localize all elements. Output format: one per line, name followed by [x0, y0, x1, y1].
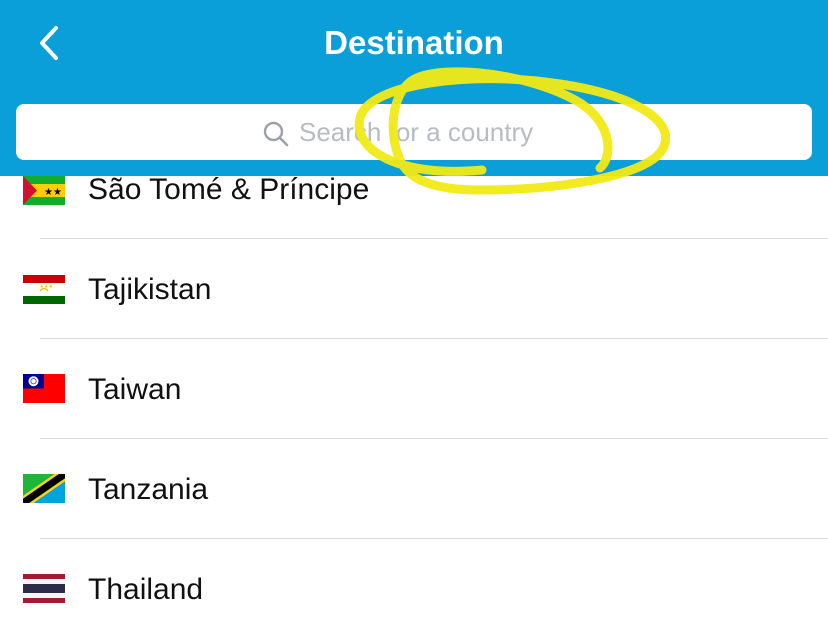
- thailand-flag-icon: [23, 574, 65, 603]
- country-row-tajikistan[interactable]: ★★★ Tajikistan: [0, 240, 828, 340]
- navigation-header: Destination: [0, 0, 828, 176]
- divider: [40, 238, 828, 239]
- country-row-thailand[interactable]: Thailand: [0, 540, 828, 640]
- country-name: Thailand: [88, 573, 204, 606]
- tanzania-flag-icon: [23, 474, 65, 503]
- sao-tome-and-principe-flag-icon: ★ ★: [23, 176, 65, 205]
- tajikistan-flag-icon: ★★★: [23, 275, 65, 304]
- country-name: Tajikistan: [88, 273, 212, 306]
- svg-text:★★★: ★★★: [40, 284, 54, 290]
- country-name: São Tomé & Príncipe: [88, 173, 370, 206]
- search-bar[interactable]: [16, 104, 812, 160]
- divider: [40, 438, 828, 439]
- country-row-tanzania[interactable]: Tanzania: [0, 440, 828, 540]
- country-name: Taiwan: [88, 373, 182, 406]
- search-input[interactable]: [299, 112, 779, 152]
- svg-text:★: ★: [44, 187, 53, 198]
- divider: [40, 338, 828, 339]
- country-row-taiwan[interactable]: Taiwan: [0, 340, 828, 440]
- search-icon: [263, 121, 289, 147]
- taiwan-flag-icon: [23, 374, 65, 403]
- country-name: Tanzania: [88, 473, 209, 506]
- divider: [40, 538, 828, 539]
- svg-text:★: ★: [53, 187, 62, 198]
- page-title: Destination: [324, 24, 504, 61]
